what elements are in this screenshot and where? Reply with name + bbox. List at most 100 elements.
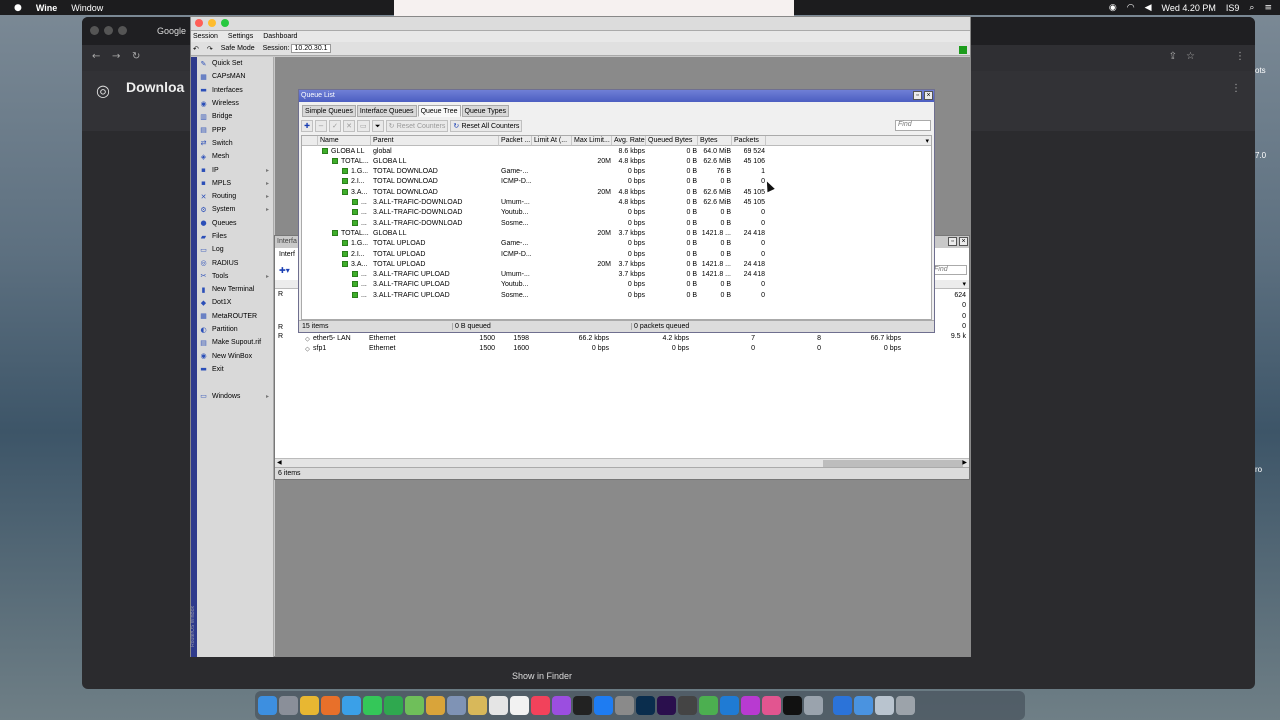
show-in-finder-link[interactable]: Show in Finder — [512, 671, 572, 681]
remove-icon[interactable]: − — [315, 120, 327, 132]
column-header-packets[interactable]: Packets — [732, 136, 766, 146]
add-icon[interactable]: ✚ — [301, 120, 313, 132]
menubar-window[interactable]: Window — [71, 3, 103, 13]
table-row[interactable]: 3.A... TOTAL UPLOAD 20M 3.7 kbps 0 B 1421.8 .… — [302, 260, 931, 270]
enable-icon[interactable]: ✓ — [329, 120, 341, 132]
photos-icon[interactable] — [426, 696, 445, 715]
drive-icon[interactable] — [804, 696, 823, 715]
wifi-icon[interactable]: ◠ — [1127, 3, 1135, 13]
launchpad-icon[interactable] — [279, 696, 298, 715]
search-icon[interactable]: ⌕ — [1249, 3, 1254, 13]
sidebar-item-mesh[interactable]: ◈ Mesh — [197, 150, 273, 163]
column-menu-icon[interactable]: ▾ — [962, 280, 966, 288]
safe-mode-button[interactable]: Safe Mode — [221, 45, 255, 52]
column-header-max-limit[interactable]: Max Limit... — [572, 136, 612, 146]
column-header-name[interactable]: Name — [318, 136, 371, 146]
filter-icon[interactable]: ⏷ — [371, 120, 384, 132]
menu-session[interactable]: Session — [193, 33, 218, 40]
close-icon[interactable]: × — [959, 237, 968, 246]
notes-icon[interactable] — [468, 696, 487, 715]
reminders-icon[interactable] — [510, 696, 529, 715]
queue-list-titlebar[interactable]: Queue List ▫ × — [299, 90, 934, 102]
table-row[interactable]: 1.G... TOTAL UPLOAD Game-... 0 bps 0 B 0 B 0 — [302, 239, 931, 249]
sidebar-item-log[interactable]: ▭ Log — [197, 243, 273, 256]
share-icon[interactable]: ⇪ — [1169, 51, 1177, 62]
menu-icon[interactable]: ⋮ — [1235, 51, 1245, 62]
sidebar-item-new-winbox[interactable]: ◉ New WinBox — [197, 350, 273, 363]
table-row[interactable]: GLOBA LL global 8.6 kbps 0 B 64.0 MiB 69 524 — [302, 147, 931, 157]
sidebar-item-wireless[interactable]: ◉ Wireless — [197, 97, 273, 110]
column-header-avg-rate[interactable]: Avg. Rate — [612, 136, 646, 146]
table-row[interactable]: 1.G... TOTAL DOWNLOAD Game-... 0 bps 0 B 76 B… — [302, 167, 931, 177]
sidebar-item-routing[interactable]: ✕ Routing ▸ — [197, 190, 273, 203]
redo-icon[interactable]: ↷ — [207, 45, 213, 53]
sidebar-item-quick-set[interactable]: ✎ Quick Set — [197, 57, 273, 70]
terminal-icon[interactable] — [783, 696, 802, 715]
table-row[interactable]: 2.I... TOTAL DOWNLOAD ICMP-D... 0 bps 0 B 0 B… — [302, 177, 931, 187]
table-row[interactable]: ... 3.ALL-TRAFIC UPLOAD Sosme... 0 bps 0 B 0 … — [302, 291, 931, 301]
browser-tab[interactable]: Google — [157, 26, 186, 36]
photoshop-icon[interactable] — [636, 696, 655, 715]
interface-find-input[interactable]: Find — [931, 265, 967, 275]
apple-icon[interactable]: ● — [14, 3, 22, 13]
sidebar-item-bridge[interactable]: ▥ Bridge — [197, 110, 273, 123]
undo-icon[interactable]: ↶ — [193, 45, 199, 53]
table-row[interactable]: ... 3.ALL-TRAFIC-DOWNLOAD Sosme... 0 bps 0 B… — [302, 219, 931, 229]
column-header-bytes[interactable]: Bytes — [698, 136, 732, 146]
tab-queue-tree[interactable]: Queue Tree — [417, 105, 461, 117]
minimize-dot[interactable] — [104, 26, 113, 35]
table-row[interactable]: ⬦ sfp1 Ethernet 1500 1600 0 bps 0 bps 0 0 0 bps — [275, 344, 969, 354]
podcasts-icon[interactable] — [552, 696, 571, 715]
menubar-app-name[interactable]: Wine — [36, 3, 57, 13]
column-header-limit-at[interactable]: Limit At (... — [532, 136, 572, 146]
flower-icon[interactable] — [741, 696, 760, 715]
close-icon[interactable]: × — [924, 91, 933, 100]
maps-icon[interactable] — [405, 696, 424, 715]
back-icon[interactable]: ← — [92, 51, 100, 62]
table-row[interactable]: TOTAL... GLOBA LL 20M 4.8 kbps 0 B 62.6 MiB 45… — [302, 157, 931, 167]
table-row[interactable]: 2.I... TOTAL UPLOAD ICMP-D... 0 bps 0 B 0 B 0 — [302, 250, 931, 260]
trash-icon[interactable] — [896, 696, 915, 715]
reset-counters-button[interactable]: ↻ Reset Counters — [385, 120, 449, 132]
sidebar-item-files[interactable]: ▰ Files — [197, 230, 273, 243]
column-header-queued[interactable]: Queued Bytes — [646, 136, 698, 146]
calendar-icon[interactable] — [489, 696, 508, 715]
table-row[interactable]: ... 3.ALL-TRAFIC-DOWNLOAD Umum-... 4.8 kbps… — [302, 198, 931, 208]
scroll-right-icon[interactable]: ▶ — [962, 459, 967, 466]
box-icon[interactable] — [699, 696, 718, 715]
sidebar-item-new-terminal[interactable]: ▮ New Terminal — [197, 283, 273, 296]
tab-interface-queues[interactable]: Interface Queues — [356, 105, 417, 117]
maximize-icon[interactable]: ▫ — [948, 237, 957, 246]
sidebar-item-dot1x[interactable]: ◆ Dot1X — [197, 296, 273, 309]
firefox-icon[interactable] — [321, 696, 340, 715]
zoom-button[interactable] — [221, 19, 229, 27]
sidebar-item-capsman[interactable]: ▦ CAPsMAN — [197, 70, 273, 83]
volume-icon[interactable]: ◀ — [1145, 3, 1152, 13]
table-row[interactable]: TOTAL... GLOBA LL 20M 3.7 kbps 0 B 1421.8 ...… — [302, 229, 931, 239]
downloads-icon[interactable] — [875, 696, 894, 715]
facetime-icon[interactable] — [384, 696, 403, 715]
column-header-parent[interactable]: Parent — [371, 136, 499, 146]
sidebar-item-ip[interactable]: ▪ IP ▸ — [197, 163, 273, 176]
scroll-thumb[interactable] — [823, 460, 963, 467]
sidebar-item-radius[interactable]: ◎ RADIUS — [197, 256, 273, 269]
bookmark-icon[interactable]: ☆ — [1186, 51, 1195, 62]
sidebar-item-system[interactable]: ⚙ System ▸ — [197, 203, 273, 216]
table-row[interactable]: ... 3.ALL-TRAFIC UPLOAD Umum-... 3.7 kbps 0 … — [302, 270, 931, 280]
scroll-left-icon[interactable]: ◀ — [277, 459, 282, 466]
sidebar-item-metarouter[interactable]: ▦ MetaROUTER — [197, 310, 273, 323]
control-center-icon[interactable]: ≡ — [1264, 3, 1272, 13]
sidebar-item-switch[interactable]: ⇄ Switch — [197, 137, 273, 150]
chrome-icon[interactable] — [300, 696, 319, 715]
sidebar-item-windows[interactable]: ▭ Windows ▸ — [197, 389, 273, 402]
sidebar-item-partition[interactable]: ◐ Partition — [197, 323, 273, 336]
session-field[interactable]: 10.20.30.1 — [291, 44, 331, 53]
tab-simple-queues[interactable]: Simple Queues — [302, 105, 356, 117]
vscode-icon[interactable] — [720, 696, 739, 715]
pink-app-icon[interactable] — [762, 696, 781, 715]
appstore-icon[interactable] — [594, 696, 613, 715]
finder-icon[interactable] — [258, 696, 277, 715]
more-icon[interactable]: ⋮ — [1231, 83, 1241, 94]
app-icon[interactable] — [678, 696, 697, 715]
disable-icon[interactable]: ✕ — [343, 120, 355, 132]
